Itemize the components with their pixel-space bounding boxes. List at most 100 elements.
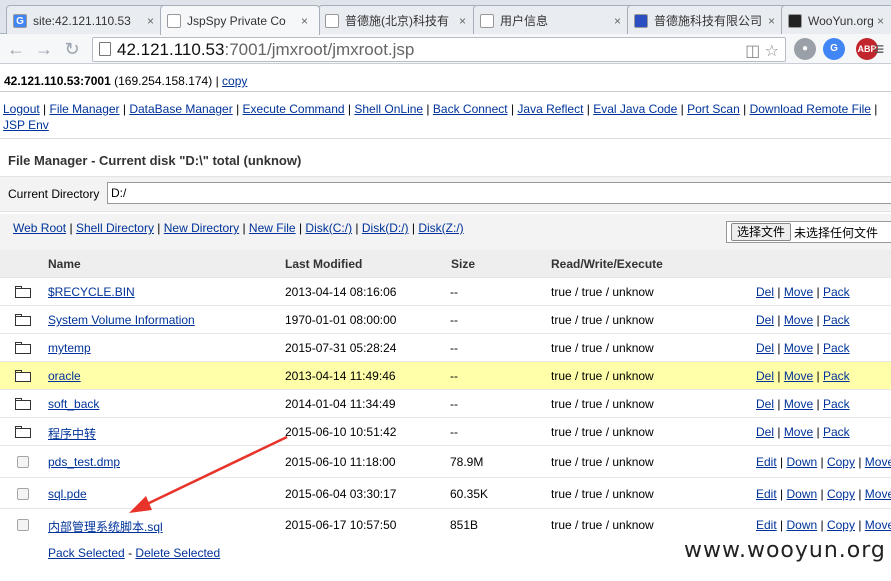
file-name-link[interactable]: $RECYCLE.BIN (48, 285, 135, 299)
action-link-edit[interactable]: Edit (756, 487, 777, 501)
last-modified: 2013-04-14 11:49:46 (285, 369, 396, 383)
menu-link[interactable]: Port Scan (687, 102, 740, 116)
action-link-pack[interactable]: Pack (823, 285, 850, 299)
action-link-move[interactable]: Move (784, 369, 813, 383)
browser-tab[interactable]: Gsite:42.121.110.53 × (6, 5, 166, 35)
action-link-copy[interactable]: Copy (827, 455, 855, 469)
quick-link[interactable]: New Directory (164, 221, 239, 235)
browser-tab[interactable]: WooYun.org × (781, 5, 891, 35)
globe-extension-icon[interactable]: ● (794, 38, 816, 60)
quick-link[interactable]: Disk(C:/) (305, 221, 352, 235)
action-link-del[interactable]: Del (756, 397, 774, 411)
tab-close-icon[interactable]: × (459, 14, 471, 28)
action-link-copy[interactable]: Copy (827, 487, 855, 501)
action-link-down[interactable]: Down (786, 518, 817, 532)
browser-tab[interactable]: 用户信息 × (473, 5, 633, 35)
menu-link[interactable]: Logout (3, 102, 40, 116)
action-link-move[interactable]: Move (865, 487, 891, 501)
file-checkbox[interactable] (17, 456, 29, 468)
last-modified: 1970-01-01 08:00:00 (285, 313, 397, 327)
address-bar[interactable]: 42.121.110.53:7001/jmxroot/jmxroot.jsp ◫… (92, 37, 786, 62)
action-link-edit[interactable]: Edit (756, 455, 777, 469)
quick-link[interactable]: New File (249, 221, 296, 235)
menu-link[interactable]: DataBase Manager (129, 102, 232, 116)
action-link-del[interactable]: Del (756, 425, 774, 439)
action-link-move[interactable]: Move (784, 397, 813, 411)
copy-link[interactable]: copy (222, 74, 247, 88)
file-checkbox[interactable] (17, 488, 29, 500)
action-link-del[interactable]: Del (756, 285, 774, 299)
tab-close-icon[interactable]: × (147, 14, 159, 28)
action-link-pack[interactable]: Pack (823, 341, 850, 355)
menu-link[interactable]: File Manager (50, 102, 120, 116)
tab-close-icon[interactable]: × (301, 14, 313, 28)
tab-close-icon[interactable]: × (614, 14, 626, 28)
action-link-move[interactable]: Move (784, 313, 813, 327)
current-directory-input[interactable]: D:/ (107, 182, 891, 204)
quick-link[interactable]: Disk(D:/) (362, 221, 409, 235)
browser-tab[interactable]: 普德施(北京)科技有 × (318, 5, 478, 35)
file-size: -- (450, 285, 458, 299)
row-actions: Edit | Down | Copy | Move (756, 518, 891, 532)
tab-close-icon[interactable]: × (877, 14, 889, 28)
action-link-del[interactable]: Del (756, 369, 774, 383)
action-link-pack[interactable]: Pack (823, 425, 850, 439)
action-link-pack[interactable]: Pack (823, 313, 850, 327)
google-extension-icon[interactable]: G (823, 38, 845, 60)
action-link-move[interactable]: Move (784, 341, 813, 355)
permissions: true / true / unknow (551, 518, 654, 532)
quick-links-bar: Web Root | Shell Directory | New Directo… (0, 214, 891, 250)
table-row: 程序中转 2015-06-10 10:51:42 -- true / true / u… (0, 417, 891, 445)
action-link-pack[interactable]: Pack (823, 397, 850, 411)
file-name-link[interactable]: 内部管理系统脚本.sql (48, 518, 163, 535)
pack-selected-link[interactable]: Pack Selected (48, 546, 125, 560)
file-name-link[interactable]: soft_back (48, 397, 99, 411)
action-link-edit[interactable]: Edit (756, 518, 777, 532)
action-link-move[interactable]: Move (784, 285, 813, 299)
menu-icon[interactable]: ≡ (869, 39, 889, 59)
choose-file-button[interactable]: 选择文件 (731, 223, 792, 241)
menu-link[interactable]: Back Connect (433, 102, 508, 116)
file-size: -- (450, 397, 458, 411)
action-link-copy[interactable]: Copy (827, 518, 855, 532)
forward-icon[interactable]: → (34, 39, 54, 59)
file-checkbox[interactable] (17, 519, 29, 531)
back-icon[interactable]: ← (6, 39, 26, 59)
delete-selected-link[interactable]: Delete Selected (135, 546, 220, 560)
last-modified: 2015-06-04 03:30:17 (285, 487, 397, 501)
reload-icon[interactable]: ↻ (62, 39, 82, 59)
browser-tab[interactable]: JspSpy Private Co × (160, 5, 320, 35)
menu-link[interactable]: Download Remote File (750, 102, 871, 116)
action-link-down[interactable]: Down (786, 487, 817, 501)
tab-close-icon[interactable]: × (768, 14, 780, 28)
file-name-link[interactable]: sql.pde (48, 487, 87, 501)
file-name-link[interactable]: System Volume Information (48, 313, 195, 327)
translate-icon[interactable]: ◫ (745, 43, 760, 60)
action-link-del[interactable]: Del (756, 341, 774, 355)
row-actions: Del | Move | Pack (756, 425, 850, 439)
menu-link[interactable]: Eval Java Code (593, 102, 677, 116)
file-name-link[interactable]: oracle (48, 369, 81, 383)
action-link-move[interactable]: Move (784, 425, 813, 439)
menu-link[interactable]: Shell OnLine (354, 102, 423, 116)
action-link-pack[interactable]: Pack (823, 369, 850, 383)
browser-tab[interactable]: 普德施科技有限公司 × (627, 5, 787, 35)
menu-link[interactable]: Execute Command (243, 102, 345, 116)
menu-link[interactable]: Java Reflect (517, 102, 583, 116)
action-link-move[interactable]: Move (865, 518, 891, 532)
quick-link[interactable]: Disk(Z:/) (418, 221, 463, 235)
file-name-link[interactable]: pds_test.dmp (48, 455, 120, 469)
action-link-del[interactable]: Del (756, 313, 774, 327)
file-upload-input[interactable]: 选择文件 未选择任何文件 (726, 221, 891, 243)
file-name-link[interactable]: 程序中转 (48, 425, 96, 442)
quick-link[interactable]: Web Root (13, 221, 66, 235)
action-link-down[interactable]: Down (786, 455, 817, 469)
quick-link[interactable]: Shell Directory (76, 221, 154, 235)
bookmark-star-icon[interactable]: ☆ (765, 43, 779, 60)
separator: | (119, 102, 130, 116)
main-menu: Logout | File Manager | DataBase Manager… (3, 101, 889, 133)
action-link-move[interactable]: Move (865, 455, 891, 469)
last-modified: 2014-01-04 11:34:49 (285, 397, 396, 411)
file-name-link[interactable]: mytemp (48, 341, 91, 355)
menu-link[interactable]: JSP Env (3, 118, 49, 132)
